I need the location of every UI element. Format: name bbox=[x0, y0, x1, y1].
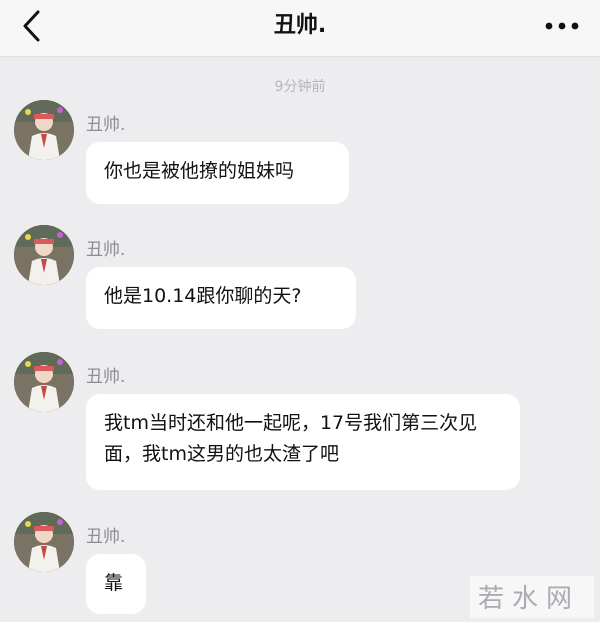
chat-title: 丑帅. bbox=[273, 13, 327, 38]
sender-name: 丑帅. bbox=[86, 527, 126, 547]
sender-name: 丑帅. bbox=[86, 367, 126, 387]
chat-header: 丑帅. bbox=[0, 0, 600, 57]
avatar-image bbox=[14, 100, 74, 160]
avatar[interactable] bbox=[14, 352, 74, 412]
message-timestamp: 9分钟前 bbox=[274, 79, 326, 95]
watermark-text: 若水网 bbox=[478, 584, 581, 614]
avatar[interactable] bbox=[14, 100, 74, 160]
sender-name: 丑帅. bbox=[86, 115, 126, 135]
message-bubble[interactable]: 我tm当时还和他一起呢，17号我们第三次见面，我tm这男的也太渣了吧 bbox=[86, 394, 520, 490]
avatar[interactable] bbox=[14, 225, 74, 285]
more-options-button[interactable] bbox=[542, 14, 582, 38]
avatar-image bbox=[14, 512, 74, 572]
message-bubble[interactable]: 靠 bbox=[86, 554, 146, 614]
avatar-image bbox=[14, 225, 74, 285]
watermark: 若水网 bbox=[470, 576, 594, 618]
avatar[interactable] bbox=[14, 512, 74, 572]
avatar-image bbox=[14, 352, 74, 412]
ellipsis-icon bbox=[545, 22, 579, 30]
message-bubble[interactable]: 你也是被他撩的姐妹吗 bbox=[86, 142, 349, 204]
sender-name: 丑帅. bbox=[86, 240, 126, 260]
message-bubble[interactable]: 他是10.14跟你聊的天? bbox=[86, 267, 356, 329]
